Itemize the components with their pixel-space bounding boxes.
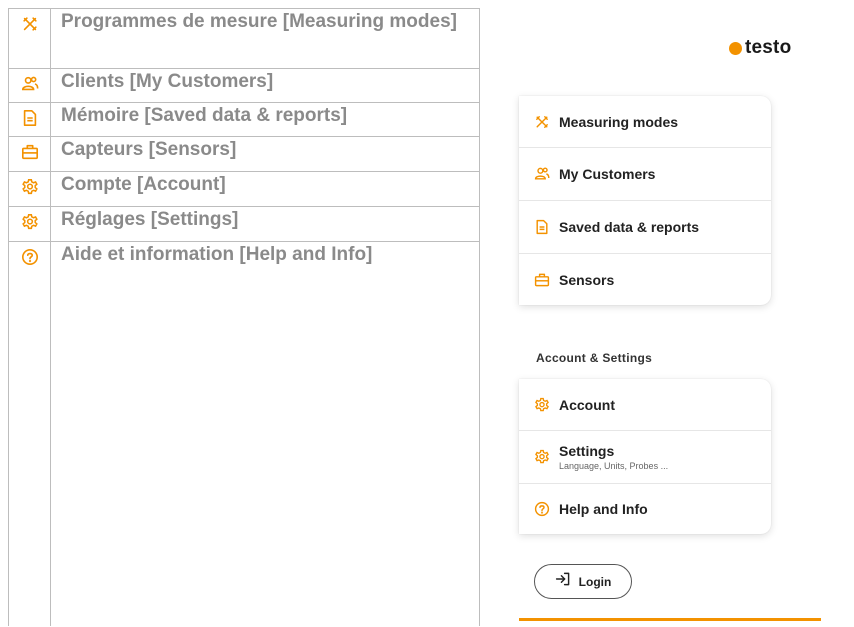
section-title: Account & Settings: [536, 351, 653, 365]
menu-item-label: Measuring modes: [559, 113, 679, 130]
sensors-icon: [534, 272, 550, 288]
menu-item-help[interactable]: Help and Info: [519, 484, 771, 534]
gear-icon: [9, 172, 50, 202]
menu-item-saved-data[interactable]: Saved data & reports: [519, 201, 771, 254]
login-button[interactable]: Login: [534, 564, 632, 599]
table-row-text: Clients [My Customers]: [61, 71, 274, 92]
table-row-text: Programmes de mesure [Measuring modes]: [61, 11, 457, 32]
translation-table: Programmes de mesure [Measuring modes] C…: [8, 8, 480, 626]
logo-dot-icon: [729, 41, 742, 55]
table-row: Compte [Account]: [9, 172, 479, 207]
help-icon: [534, 501, 550, 517]
table-row: Capteurs [Sensors]: [9, 137, 479, 172]
menu-item-label: Saved data & reports: [559, 219, 700, 235]
table-row-text: Réglages [Settings]: [61, 209, 239, 230]
measuring-modes-icon: [9, 9, 50, 39]
login-icon: [555, 571, 571, 592]
menu-item-label: Settings: [559, 443, 615, 459]
table-row-text: Capteurs [Sensors]: [61, 139, 237, 160]
menu-item-label: Help and Info: [559, 501, 648, 517]
testo-logo: testo: [729, 37, 791, 59]
login-label: Login: [578, 574, 612, 589]
menu-item-sensors[interactable]: Sensors: [519, 254, 771, 305]
customers-icon: [534, 166, 550, 182]
table-row: Clients [My Customers]: [9, 69, 479, 103]
gear-icon: [9, 207, 50, 237]
table-row: Aide et information [Help and Info]: [9, 242, 479, 627]
menu-item-measuring-modes[interactable]: Measuring modes: [519, 96, 771, 148]
logo-text: testo: [745, 37, 792, 58]
table-row-text: Aide et information [Help and Info]: [61, 244, 373, 265]
gear-icon: [534, 449, 550, 465]
menu-item-label: Sensors: [559, 271, 615, 288]
table-row: Réglages [Settings]: [9, 207, 479, 242]
app-screenshot: testo Measuring modes My Customers Saved…: [519, 8, 854, 626]
menu-item-label: My Customers: [559, 166, 656, 182]
bottom-accent-bar: [519, 618, 821, 621]
measuring-modes-icon: [534, 114, 550, 130]
sensors-icon: [9, 137, 50, 167]
help-icon: [9, 242, 50, 272]
document-icon: [534, 219, 550, 235]
settings-menu-card: Account Settings Language, Units, Probes…: [519, 379, 771, 534]
table-row: Programmes de mesure [Measuring modes]: [9, 9, 479, 69]
table-row: Mémoire [Saved data & reports]: [9, 103, 479, 137]
gear-icon: [534, 397, 550, 413]
table-row-text: Mémoire [Saved data & reports]: [61, 105, 348, 126]
menu-item-my-customers[interactable]: My Customers: [519, 148, 771, 201]
table-row-text: Compte [Account]: [61, 174, 226, 195]
customers-icon: [9, 69, 50, 99]
menu-item-sublabel: Language, Units, Probes ...: [559, 461, 669, 471]
menu-item-text: Settings Language, Units, Probes ...: [559, 443, 668, 471]
document-icon: [9, 103, 50, 133]
main-menu-card: Measuring modes My Customers Saved data …: [519, 96, 771, 305]
menu-item-account[interactable]: Account: [519, 379, 771, 431]
menu-item-label: Account: [559, 396, 615, 413]
menu-item-settings[interactable]: Settings Language, Units, Probes ...: [519, 431, 771, 484]
